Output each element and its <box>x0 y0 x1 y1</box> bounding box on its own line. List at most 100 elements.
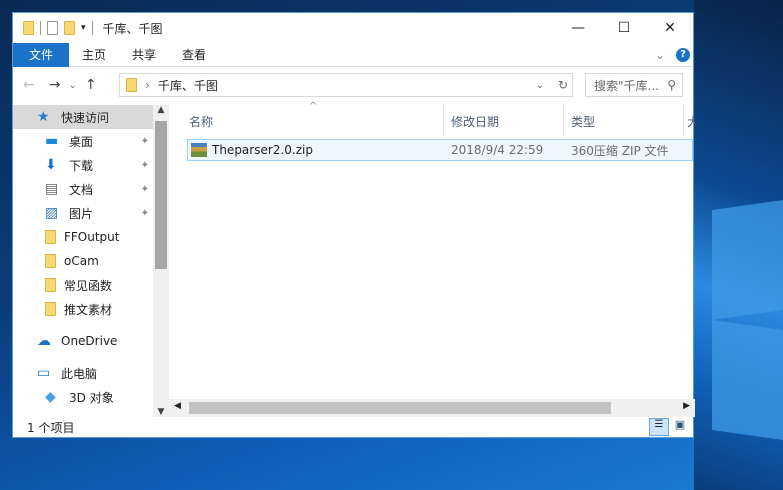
cloud-icon: ☁ <box>37 333 51 349</box>
folder-icon <box>45 278 56 292</box>
column-type[interactable]: 类型 <box>571 113 595 130</box>
column-header: ^ 名称 修改日期 类型 大 <box>169 101 695 135</box>
pin-icon[interactable]: ✦ <box>141 160 149 171</box>
back-button[interactable]: ← <box>23 77 35 93</box>
sidebar-item[interactable]: FFOutput <box>13 225 153 249</box>
scroll-up-icon[interactable]: ▲ <box>153 105 169 115</box>
large-icons-view-button[interactable]: ▣ <box>671 418 689 436</box>
divider <box>91 21 93 35</box>
explorer-window: ▾ 千库、千图 — ☐ ✕ 文件 主页 共享 查看 ⌄ ? ← → ⌄ ↑ › … <box>12 12 695 438</box>
refresh-icon[interactable]: ↻ <box>558 78 568 92</box>
column-divider[interactable] <box>443 105 444 135</box>
download-icon: ⬇ <box>45 157 57 173</box>
sidebar-item[interactable]: ☁ OneDrive <box>13 329 153 353</box>
navigation-pane: ★ 快速访问 ▬ 桌面 ✦ ⬇ 下载 ✦ ▤ 文档 ✦ ▨ 图片 ✦ FFOutput oCam 常见函数 推文素… <box>13 105 153 417</box>
maximize-button[interactable]: ☐ <box>601 13 647 43</box>
folder-icon <box>45 302 56 316</box>
folder-icon <box>45 230 56 244</box>
column-divider[interactable] <box>563 105 564 135</box>
sidebar-item-label: 推文素材 <box>64 302 113 317</box>
search-icon: ⚲ <box>667 78 676 92</box>
scroll-down-icon[interactable]: ▼ <box>153 407 169 417</box>
expand-ribbon-icon[interactable]: ⌄ <box>655 48 665 62</box>
sidebar-item-label: oCam <box>64 254 99 268</box>
pin-icon[interactable]: ✦ <box>141 208 149 219</box>
column-size[interactable]: 大 <box>687 113 695 130</box>
sidebar-item-label: 文档 <box>69 182 94 197</box>
sidebar-item[interactable]: oCam <box>13 249 153 273</box>
sidebar-item-label: OneDrive <box>61 334 118 348</box>
tab-home[interactable]: 主页 <box>69 43 119 67</box>
status-bar: 1 个项目 ☰ ▣ <box>13 417 693 437</box>
file-date: 2018/9/4 22:59 <box>451 143 544 157</box>
pin-icon[interactable]: ✦ <box>141 136 149 147</box>
customize-toolbar-icon[interactable]: ▾ <box>81 23 86 33</box>
pin-icon[interactable]: ✦ <box>141 184 149 195</box>
folder-icon <box>45 254 56 268</box>
zip-archive-icon <box>191 143 207 157</box>
column-divider[interactable] <box>683 105 684 135</box>
item-count: 1 个项目 <box>27 420 75 435</box>
column-date[interactable]: 修改日期 <box>451 113 499 130</box>
star-icon: ★ <box>37 109 50 125</box>
sidebar-item[interactable]: ★ 快速访问 <box>13 105 153 129</box>
pictures-icon: ▨ <box>45 205 59 221</box>
sidebar-item-label: 快速访问 <box>61 110 110 125</box>
sidebar-item-label: 下载 <box>69 158 94 173</box>
ribbon: 文件 主页 共享 查看 ⌄ ? <box>13 42 693 67</box>
sidebar-item-label: 常见函数 <box>64 278 113 293</box>
sidebar-item-label: 桌面 <box>69 134 94 149</box>
new-folder-icon[interactable] <box>64 21 75 35</box>
3d-icon: ◆ <box>45 389 56 405</box>
tab-share[interactable]: 共享 <box>119 43 169 67</box>
recent-locations-button[interactable]: ⌄ <box>68 80 76 91</box>
minimize-button[interactable]: — <box>555 13 601 43</box>
file-list: ^ 名称 修改日期 类型 大 Theparser2.0.zip 2018/9/4… <box>169 101 695 417</box>
sidebar-item[interactable]: ▭ 此电脑 <box>13 361 153 385</box>
folder-icon <box>126 78 137 92</box>
column-name[interactable]: 名称 <box>189 113 213 130</box>
forward-button[interactable]: → <box>49 77 61 93</box>
tab-file[interactable]: 文件 <box>13 42 70 67</box>
tab-view[interactable]: 查看 <box>169 43 219 67</box>
properties-icon[interactable] <box>47 21 58 35</box>
sidebar-item[interactable]: 推文素材 <box>13 297 153 321</box>
help-icon[interactable]: ? <box>676 47 690 62</box>
sidebar-item[interactable]: ⬇ 下载 ✦ <box>13 153 153 177</box>
folder-icon <box>23 21 34 35</box>
navigation-bar: ← → ⌄ ↑ › 千库、千图 ⌄ ↻ 搜索"千库... ⚲ <box>13 67 693 103</box>
wallpaper-pane <box>712 200 783 320</box>
file-type: 360压缩 ZIP 文件 <box>571 143 669 158</box>
divider <box>40 21 41 35</box>
sidebar-item[interactable]: ▤ 文档 ✦ <box>13 177 153 201</box>
details-view-button[interactable]: ☰ <box>649 418 669 436</box>
file-row[interactable]: Theparser2.0.zip 2018/9/4 22:59 360压缩 ZI… <box>187 139 693 161</box>
sidebar-scrollbar[interactable]: ▲ ▼ <box>153 105 169 417</box>
search-placeholder: 搜索"千库... <box>594 78 659 93</box>
sidebar-item-label: 此电脑 <box>61 366 98 381</box>
sidebar-item[interactable]: ◆ 3D 对象 <box>13 385 153 409</box>
breadcrumb-current[interactable]: 千库、千图 <box>158 77 218 94</box>
address-bar[interactable]: › 千库、千图 ⌄ ↻ <box>119 73 573 97</box>
sidebar-item-label: 3D 对象 <box>69 390 114 405</box>
window-title: 千库、千图 <box>102 21 163 36</box>
title-bar: ▾ 千库、千图 — ☐ ✕ <box>13 13 693 43</box>
up-button[interactable]: ↑ <box>85 77 97 93</box>
address-dropdown-icon[interactable]: ⌄ <box>536 80 544 91</box>
desktop-icon: ▬ <box>45 133 59 149</box>
scrollbar-thumb[interactable] <box>189 402 611 414</box>
scroll-left-icon[interactable]: ◀ <box>174 401 181 411</box>
sidebar-item[interactable]: 常见函数 <box>13 273 153 297</box>
sidebar-item[interactable]: ▨ 图片 ✦ <box>13 201 153 225</box>
horizontal-scrollbar[interactable]: ◀ ▶ <box>169 399 695 417</box>
document-icon: ▤ <box>45 181 59 197</box>
computer-icon: ▭ <box>37 365 51 381</box>
sort-ascending-icon: ^ <box>309 101 318 112</box>
close-button[interactable]: ✕ <box>647 13 693 43</box>
scroll-right-icon[interactable]: ▶ <box>683 401 690 411</box>
sidebar-item-label: 图片 <box>69 206 94 221</box>
scrollbar-thumb[interactable] <box>155 121 167 269</box>
search-input[interactable]: 搜索"千库... ⚲ <box>585 73 683 97</box>
sidebar-item-label: FFOutput <box>64 230 120 244</box>
sidebar-item[interactable]: ▬ 桌面 ✦ <box>13 129 153 153</box>
